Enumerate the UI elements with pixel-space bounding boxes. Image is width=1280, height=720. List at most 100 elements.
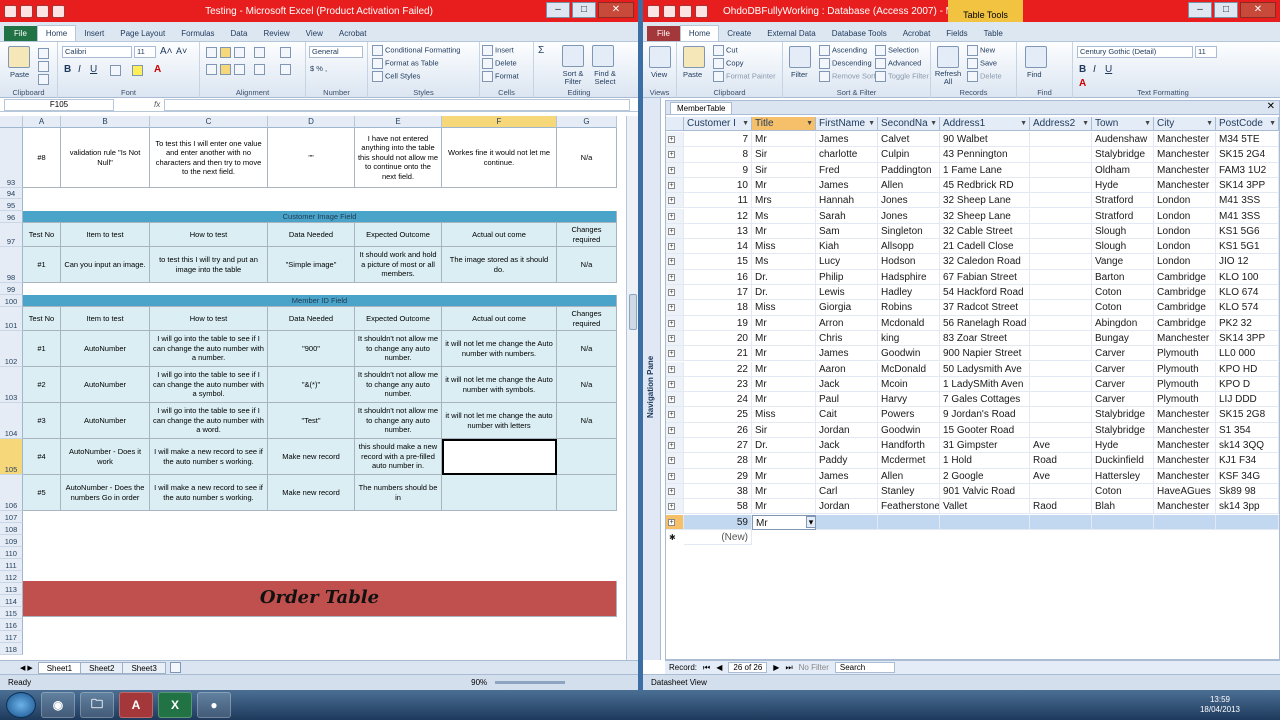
column-header-city[interactable]: City ▼ (1154, 117, 1216, 131)
cell-city[interactable] (1154, 514, 1216, 530)
close-document-icon[interactable]: ✕ (1267, 101, 1275, 112)
refresh-icon[interactable] (937, 46, 959, 68)
system-clock[interactable]: 13:59 18/04/2013 (1200, 695, 1240, 715)
record-row[interactable]: +38 Mr Carl Stanley 901 Valvic Road Coton Have… (666, 483, 1279, 500)
minimize-button[interactable]: – (1188, 2, 1212, 18)
cell-firstname[interactable]: Jack (816, 438, 878, 454)
cell-address1[interactable]: 32 Cable Street (940, 223, 1030, 240)
column-label-how[interactable]: How to test (150, 223, 268, 247)
record-row[interactable]: +24 Mr Paul Harvy 7 Gales Cottages Carver Plym… (666, 392, 1279, 408)
cell-town[interactable]: Blah (1092, 499, 1154, 515)
cell-customer-id[interactable]: 20 (684, 330, 752, 347)
insert-sheet-icon[interactable] (169, 662, 181, 673)
cell-customer-id[interactable]: 12 (684, 208, 752, 224)
cell-address2[interactable] (1030, 346, 1092, 362)
row-header[interactable]: 108 (0, 523, 23, 535)
cell-address1[interactable]: 1 LadySMith Aven (940, 376, 1030, 393)
close-button[interactable]: ✕ (1240, 2, 1276, 18)
row-header[interactable]: 111 (0, 559, 23, 571)
cell-customer-id[interactable]: 58 (684, 499, 752, 515)
cell-f106[interactable] (442, 475, 557, 511)
sort-filter-button[interactable]: Sort & Filter (558, 70, 588, 86)
row-header[interactable]: 102 (0, 331, 23, 367)
expand-icon[interactable]: + (668, 334, 675, 342)
cell-address2[interactable] (1030, 177, 1092, 194)
cell-firstname[interactable]: Lewis (816, 285, 878, 301)
delete-record-button[interactable]: Delete (967, 71, 1002, 82)
start-button[interactable] (6, 692, 36, 718)
font-size-select[interactable]: 11 (134, 46, 156, 58)
paste-button[interactable]: Paste (10, 70, 29, 79)
record-selector[interactable]: + (666, 193, 684, 209)
cell-secondname[interactable]: Allen (878, 177, 940, 194)
cell-address1[interactable]: 31 Gimpster (940, 438, 1030, 454)
expand-icon[interactable]: + (668, 273, 675, 281)
cell-address1[interactable]: 1 Fame Lane (940, 162, 1030, 178)
cell-address1[interactable]: 900 Napier Street (940, 346, 1030, 362)
cell-styles-button[interactable]: Cell Styles (372, 71, 420, 82)
sheet-nav-arrows-icon[interactable]: ◀ ▶ (20, 664, 33, 672)
cell-g93[interactable]: N/a (557, 128, 617, 188)
record-selector[interactable]: + (666, 208, 684, 224)
record-selector[interactable]: + (666, 300, 684, 316)
copy-icon[interactable] (38, 61, 49, 72)
cell-postcode[interactable]: FAM3 1U2 (1216, 162, 1279, 178)
cell-g98[interactable]: N/a (557, 247, 617, 283)
cell-address2[interactable] (1030, 132, 1092, 148)
chevron-down-icon[interactable]: ▼ (1082, 117, 1089, 130)
row-header[interactable]: 110 (0, 547, 23, 559)
search-input[interactable]: Search (834, 662, 895, 673)
expand-icon[interactable]: + (668, 518, 675, 526)
cell-postcode[interactable]: KS1 5G6 (1216, 223, 1279, 240)
cell-firstname[interactable]: Paul (816, 392, 878, 408)
cell-secondname[interactable]: Allsopp (878, 239, 940, 255)
align-top-icon[interactable] (206, 47, 217, 58)
cell-a105[interactable]: #4 (23, 439, 61, 475)
cell-e102[interactable]: It shouldn't not allow me to change any … (355, 331, 442, 367)
column-header-a[interactable]: A (23, 116, 61, 128)
font-color-icon[interactable]: A (154, 64, 161, 75)
cell-e93[interactable]: I have not entered anything into the tab… (355, 128, 442, 188)
access-taskbar-icon[interactable]: A (119, 692, 153, 718)
vertical-scrollbar[interactable] (626, 116, 638, 660)
expand-icon[interactable]: + (668, 411, 675, 419)
cell-address1[interactable] (940, 514, 1030, 530)
cell-firstname[interactable]: charlotte (816, 147, 878, 163)
cell-postcode[interactable]: KSF 34G (1216, 468, 1279, 484)
row-header[interactable]: 112 (0, 571, 23, 583)
row-header[interactable]: 118 (0, 643, 23, 655)
record-selector[interactable]: + (666, 514, 684, 530)
cell-postcode[interactable]: M34 5TE (1216, 132, 1279, 148)
tab-file[interactable]: File (4, 26, 37, 41)
currency-icon[interactable]: $ % , (310, 64, 327, 73)
new-record-label[interactable]: (New) (684, 530, 752, 546)
cell-c102[interactable]: I will go into the table to see if I can… (150, 331, 268, 367)
cell-city[interactable]: Manchester (1154, 407, 1216, 423)
cell-title[interactable]: Mr (752, 346, 816, 362)
save-record-button[interactable]: Save (967, 58, 997, 69)
cell-secondname[interactable]: Calvet (878, 132, 940, 148)
cell-firstname[interactable]: Carl (816, 483, 878, 500)
merge-center-icon[interactable] (280, 64, 291, 75)
record-row[interactable]: +16 Dr. Philip Hadsphire 67 Fabian Street Bar… (666, 269, 1279, 285)
cell-firstname[interactable]: Jack (816, 376, 878, 393)
row-header[interactable]: 93 (0, 128, 23, 188)
record-selector[interactable]: + (666, 239, 684, 255)
expand-icon[interactable]: + (668, 457, 675, 465)
row-header[interactable]: 101 (0, 307, 23, 331)
cell-customer-id[interactable]: 17 (684, 285, 752, 301)
column-label-item[interactable]: Item to test (61, 307, 150, 331)
expand-icon[interactable]: + (668, 503, 675, 511)
cell-title[interactable]: Mr (752, 177, 816, 194)
cell-secondname[interactable]: Hadley (878, 285, 940, 301)
obs-icon[interactable]: ● (197, 692, 231, 718)
cell-secondname[interactable]: Mcoin (878, 376, 940, 393)
find-icon[interactable] (1025, 46, 1047, 68)
column-header-e[interactable]: E (355, 116, 442, 128)
tab-external-data[interactable]: External Data (759, 26, 823, 41)
cell-title[interactable]: Mr (752, 392, 816, 408)
row-header[interactable]: 95 (0, 199, 23, 211)
cell-postcode[interactable]: KS1 5G1 (1216, 239, 1279, 255)
expand-icon[interactable]: + (668, 487, 675, 495)
cell-address2[interactable]: Road (1030, 453, 1092, 469)
